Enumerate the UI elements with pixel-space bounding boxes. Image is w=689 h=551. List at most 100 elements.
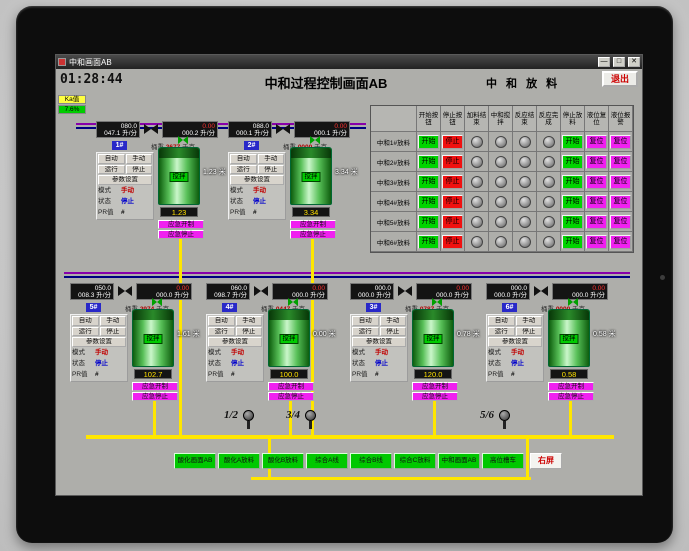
row-stop-button[interactable]: 停止: [442, 234, 463, 249]
stop-discharge-start-button[interactable]: 开始: [562, 174, 583, 189]
manual-button[interactable]: 手动: [125, 154, 152, 164]
params-button[interactable]: 参数设置: [352, 337, 406, 348]
params-button[interactable]: 参数设置: [488, 337, 542, 348]
level-alarm-reset-button[interactable]: 复位: [610, 214, 631, 229]
unit-control-panel: 自动 手动 运行 停止 参数设置 模式 手动 状态 停止 PR值 #: [350, 314, 408, 382]
minimize-button[interactable]: —: [598, 57, 610, 67]
run-button[interactable]: 运行: [72, 326, 99, 337]
emergency-open-button[interactable]: 应急开制: [412, 382, 458, 391]
pr-label: PR值: [98, 209, 114, 217]
emergency-open-button[interactable]: 应急开制: [548, 382, 594, 391]
level-reset-button[interactable]: 复位: [586, 194, 607, 209]
emergency-stop-button[interactable]: 应急停止: [412, 392, 458, 401]
pump-icon: [305, 409, 317, 429]
tank-level-readout: 100.0: [270, 369, 308, 379]
manual-button[interactable]: 手动: [257, 154, 284, 164]
right-screen-button[interactable]: 右屏: [530, 453, 562, 469]
mode-label: 模式: [230, 187, 243, 195]
emergency-open-button[interactable]: 应急开制: [132, 382, 178, 391]
row-stop-button[interactable]: 停止: [442, 154, 463, 169]
level-alarm-reset-button[interactable]: 复位: [610, 134, 631, 149]
auto-button[interactable]: 自动: [488, 316, 515, 326]
params-button[interactable]: 参数设置: [230, 175, 284, 186]
row-start-button[interactable]: 开始: [418, 234, 439, 249]
params-button[interactable]: 参数设置: [72, 337, 126, 348]
emergency-stop-button[interactable]: 应急停止: [290, 230, 336, 239]
row-start-button[interactable]: 开始: [418, 134, 439, 149]
manual-button[interactable]: 手动: [235, 316, 262, 326]
run-button[interactable]: 运行: [352, 326, 379, 337]
level-alarm-reset-button[interactable]: 复位: [610, 194, 631, 209]
nav-button[interactable]: 高位槽车: [482, 453, 524, 469]
row-start-button[interactable]: 开始: [418, 194, 439, 209]
row-stop-button[interactable]: 停止: [442, 174, 463, 189]
level-alarm-reset-button[interactable]: 复位: [610, 174, 631, 189]
row-stop-button[interactable]: 停止: [442, 194, 463, 209]
stop-button[interactable]: 停止: [125, 164, 152, 175]
nav-button[interactable]: 综合C放料: [394, 453, 436, 469]
nav-button[interactable]: 综合B线: [350, 453, 392, 469]
stop-discharge-start-button[interactable]: 开始: [562, 154, 583, 169]
level-reset-button[interactable]: 复位: [586, 174, 607, 189]
exit-button[interactable]: 退出: [602, 71, 638, 87]
run-button[interactable]: 运行: [488, 326, 515, 337]
stop-discharge-start-button[interactable]: 开始: [562, 194, 583, 209]
emergency-stop-button[interactable]: 应急停止: [158, 230, 204, 239]
nav-button[interactable]: 酸化画面AB: [174, 453, 216, 469]
maximize-button[interactable]: □: [613, 57, 625, 67]
auto-button[interactable]: 自动: [98, 154, 125, 164]
emergency-open-button[interactable]: 应急开制: [158, 220, 204, 229]
discharge-status-table: 开始按钮 停止按钮 加料结束 中和搅拌 反应结束 反应完成 停止放料 液位复位 …: [370, 105, 634, 253]
stirrer-label: 搅拌: [279, 334, 299, 344]
stop-discharge-start-button[interactable]: 开始: [562, 214, 583, 229]
manual-button[interactable]: 手动: [515, 316, 542, 326]
auto-button[interactable]: 自动: [208, 316, 235, 326]
nav-button[interactable]: 酸化A放料: [218, 453, 260, 469]
nav-button[interactable]: 中和画面AB: [438, 453, 480, 469]
state-label: 状态: [208, 360, 221, 368]
row-start-button[interactable]: 开始: [418, 214, 439, 229]
row-start-button[interactable]: 开始: [418, 154, 439, 169]
run-button[interactable]: 运行: [98, 164, 125, 175]
manual-button[interactable]: 手动: [99, 316, 126, 326]
level-alarm-reset-button[interactable]: 复位: [610, 154, 631, 169]
auto-button[interactable]: 自动: [72, 316, 99, 326]
stop-button[interactable]: 停止: [515, 326, 542, 337]
emergency-stop-button[interactable]: 应急停止: [268, 392, 314, 401]
nav-button[interactable]: 综合A线: [306, 453, 348, 469]
table-column-header: 液位报警: [609, 106, 633, 132]
close-button[interactable]: ✕: [628, 57, 640, 67]
emergency-stop-button[interactable]: 应急停止: [132, 392, 178, 401]
level-reset-button[interactable]: 复位: [586, 154, 607, 169]
row-start-button[interactable]: 开始: [418, 174, 439, 189]
level-reset-button[interactable]: 复位: [586, 214, 607, 229]
table-row: 中和3#放料 开始 停止 开始 复位 复位: [371, 172, 633, 192]
row-stop-button[interactable]: 停止: [442, 214, 463, 229]
level-reset-button[interactable]: 复位: [586, 234, 607, 249]
level-text: 1.61 米: [177, 331, 200, 338]
stop-button[interactable]: 停止: [379, 326, 406, 337]
manual-button[interactable]: 手动: [379, 316, 406, 326]
params-button[interactable]: 参数设置: [98, 175, 152, 186]
stop-button[interactable]: 停止: [257, 164, 284, 175]
stop-discharge-start-button[interactable]: 开始: [562, 134, 583, 149]
mode-value: 手动: [231, 349, 244, 357]
auto-button[interactable]: 自动: [230, 154, 257, 164]
auto-button[interactable]: 自动: [352, 316, 379, 326]
tablet-bezel: 中和画面AB — □ ✕ 01:28:44 中和过程控制画面AB 中 和 放 料…: [16, 6, 673, 543]
flow-display-secondary: 0.00 000.0 升/分: [552, 283, 608, 300]
stop-discharge-start-button[interactable]: 开始: [562, 234, 583, 249]
level-reset-button[interactable]: 复位: [586, 134, 607, 149]
emergency-stop-button[interactable]: 应急停止: [548, 392, 594, 401]
run-button[interactable]: 运行: [230, 164, 257, 175]
nav-button[interactable]: 酸化B放料: [262, 453, 304, 469]
run-button[interactable]: 运行: [208, 326, 235, 337]
table-row-label: 中和6#放料: [371, 232, 417, 252]
emergency-open-button[interactable]: 应急开制: [268, 382, 314, 391]
emergency-open-button[interactable]: 应急开制: [290, 220, 336, 229]
row-stop-button[interactable]: 停止: [442, 134, 463, 149]
stop-button[interactable]: 停止: [235, 326, 262, 337]
level-alarm-reset-button[interactable]: 复位: [610, 234, 631, 249]
params-button[interactable]: 参数设置: [208, 337, 262, 348]
stop-button[interactable]: 停止: [99, 326, 126, 337]
